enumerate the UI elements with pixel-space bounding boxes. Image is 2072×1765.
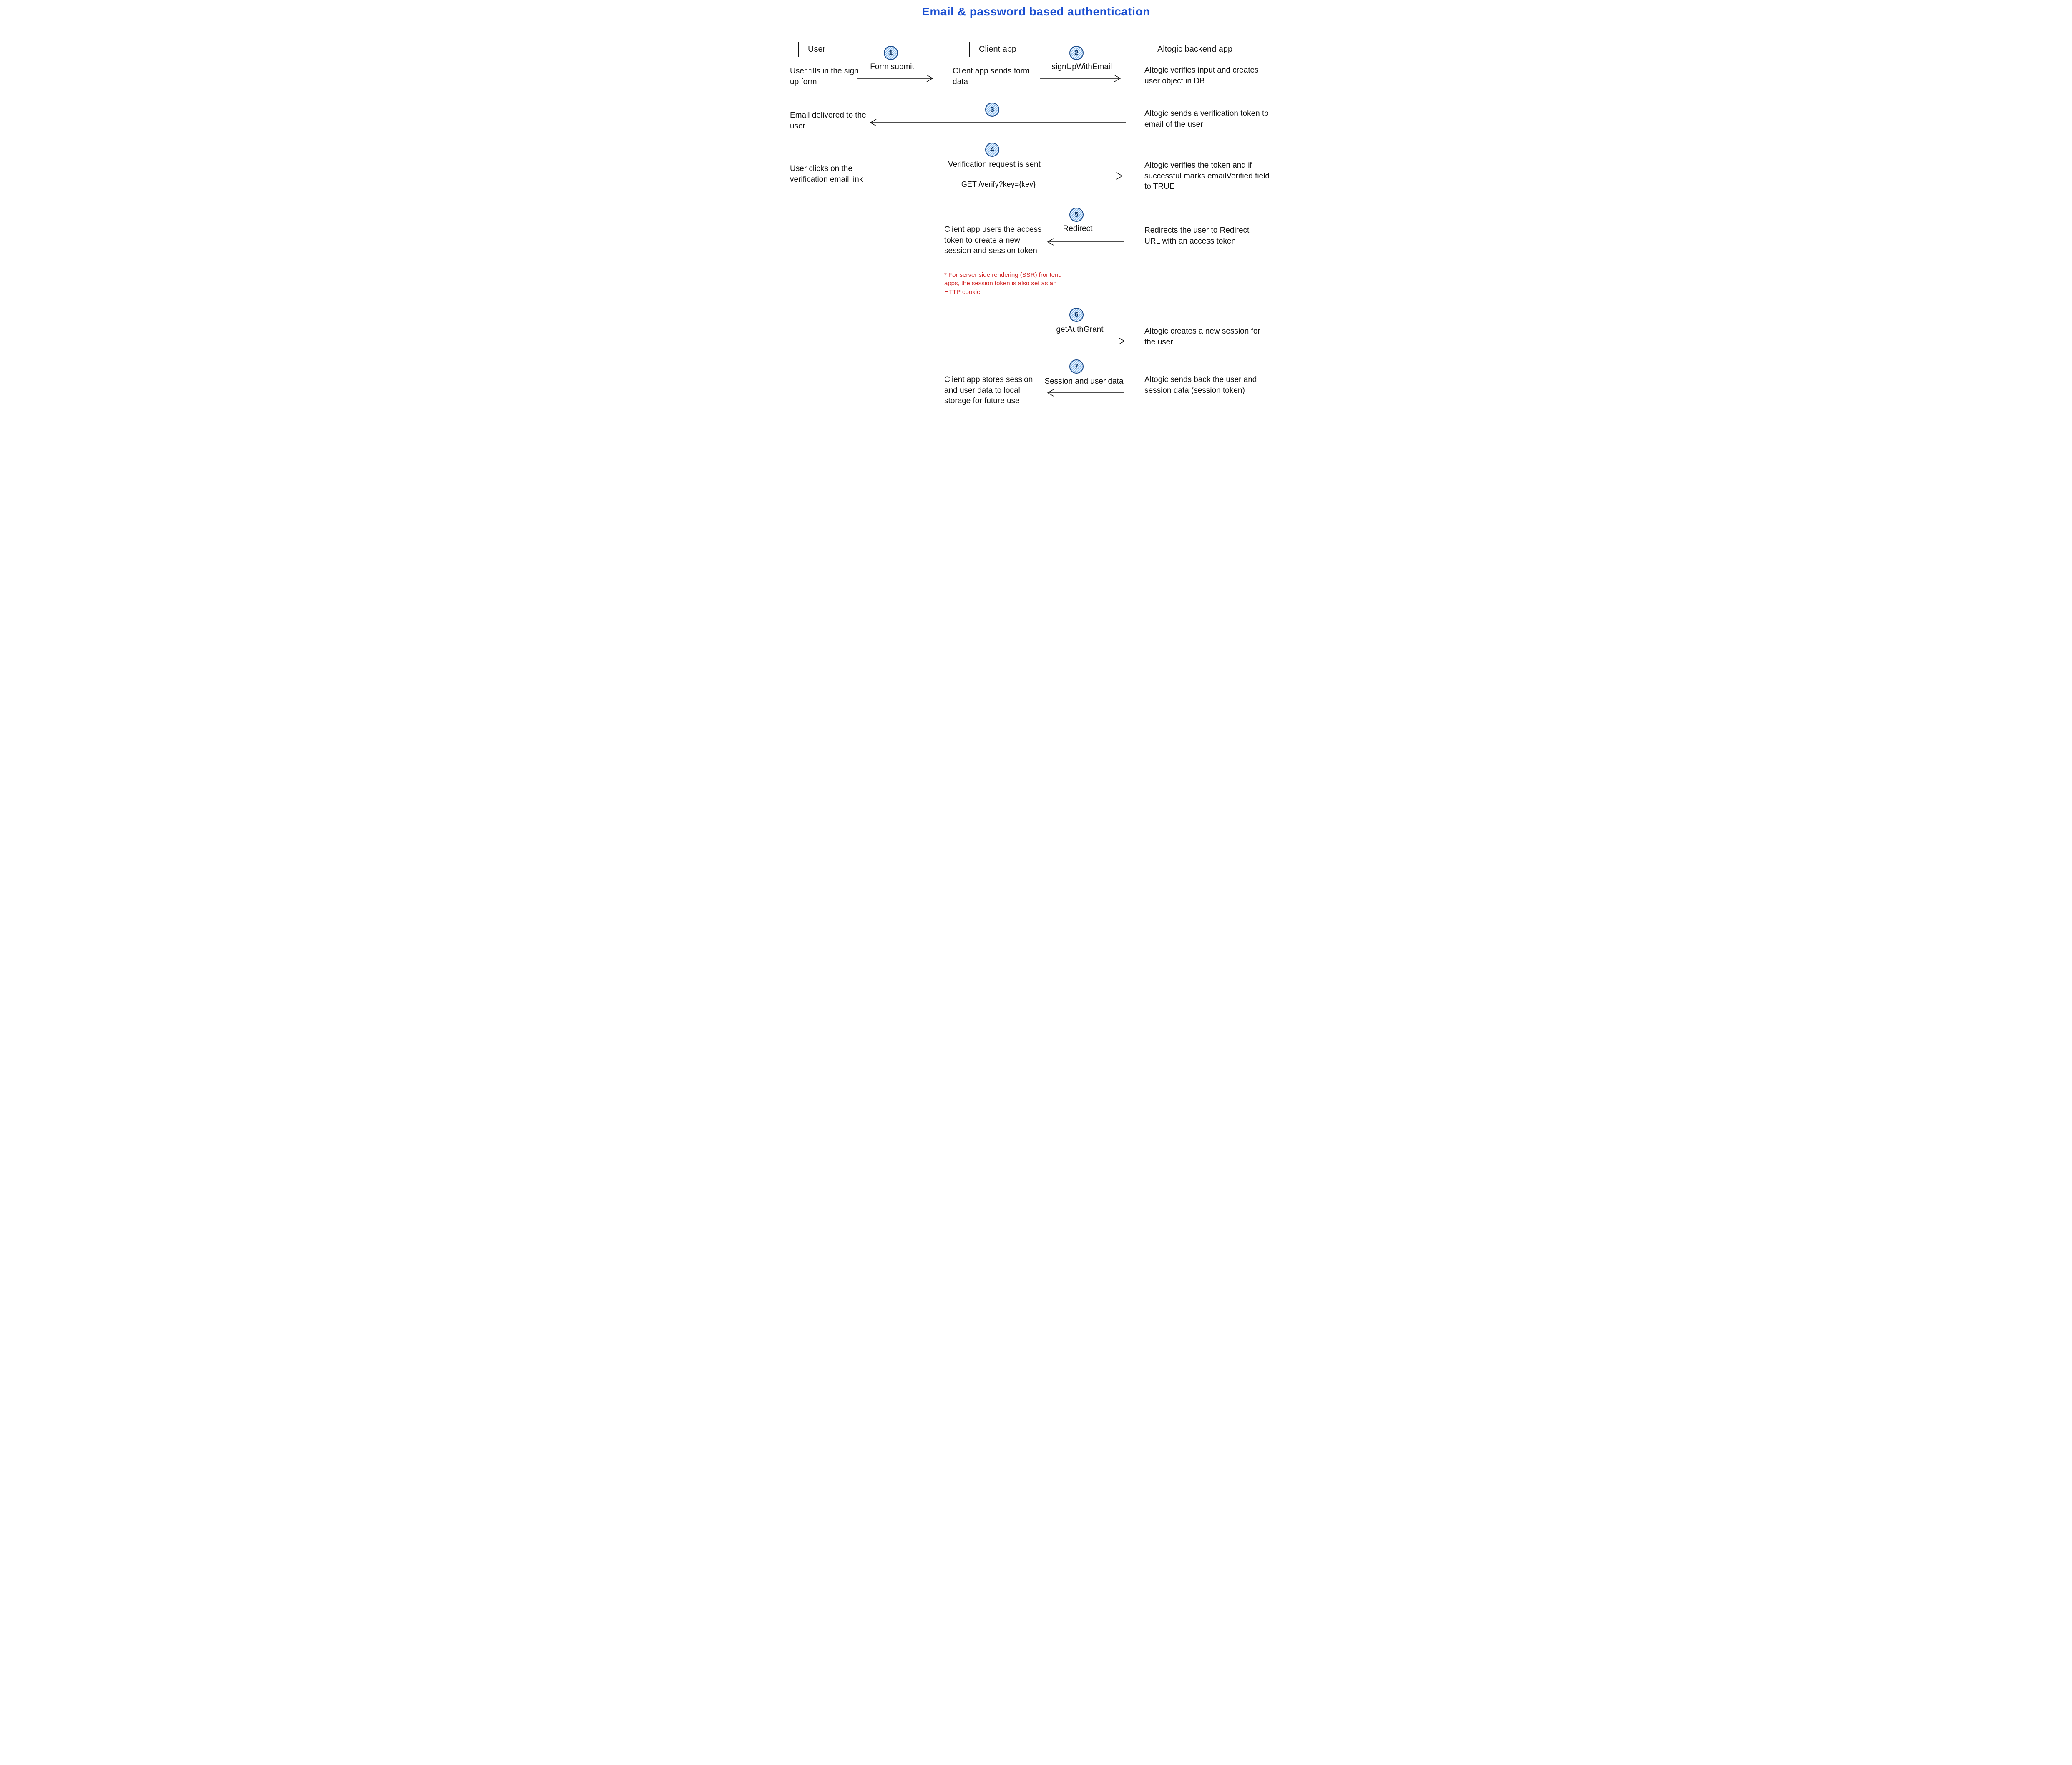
arrow-step-3 bbox=[867, 119, 1130, 128]
text-altogic-sends-token: Altogic sends a verification token to em… bbox=[1144, 108, 1270, 130]
lane-client-header: Client app bbox=[969, 42, 1026, 57]
label-redirect: Redirect bbox=[1053, 224, 1103, 233]
arrow-step-5 bbox=[1044, 239, 1128, 247]
text-client-uses-token: Client app users the access token to cre… bbox=[944, 224, 1044, 256]
text-altogic-sends-back: Altogic sends back the user and session … bbox=[1144, 374, 1282, 396]
arrow-step-4 bbox=[880, 173, 1126, 181]
text-email-delivered: Email delivered to the user bbox=[790, 110, 873, 131]
label-get-verify: GET /verify?key={key} bbox=[948, 180, 1049, 189]
step-7-badge: 7 bbox=[1069, 359, 1084, 374]
text-client-stores: Client app stores session and user data … bbox=[944, 374, 1044, 407]
step-1-badge: 1 bbox=[884, 46, 898, 60]
text-client-sends: Client app sends form data bbox=[953, 66, 1036, 87]
arrow-step-6 bbox=[1044, 338, 1128, 346]
step-4-badge: 4 bbox=[985, 143, 999, 157]
arrow-step-7 bbox=[1044, 389, 1128, 398]
note-ssr: * For server side rendering (SSR) fronte… bbox=[944, 271, 1069, 296]
label-verification-sent: Verification request is sent bbox=[932, 160, 1057, 169]
arrow-step-2 bbox=[1040, 75, 1124, 83]
label-session-user-data: Session and user data bbox=[1038, 377, 1130, 386]
text-redirects-user: Redirects the user to Redirect URL with … bbox=[1144, 225, 1253, 246]
label-form-submit: Form submit bbox=[865, 63, 919, 72]
arrow-step-1 bbox=[857, 75, 936, 83]
step-5-badge: 5 bbox=[1069, 208, 1084, 222]
text-altogic-verify-input: Altogic verifies input and creates user … bbox=[1144, 65, 1265, 86]
text-altogic-creates-session: Altogic creates a new session for the us… bbox=[1144, 326, 1270, 347]
label-get-auth-grant: getAuthGrant bbox=[1049, 325, 1111, 334]
diagram-title: Email & password based authentication bbox=[777, 5, 1295, 18]
lane-user-header: User bbox=[798, 42, 835, 57]
label-signup: signUpWithEmail bbox=[1049, 63, 1115, 72]
text-altogic-verifies-token: Altogic verifies the token and if succes… bbox=[1144, 160, 1278, 192]
step-2-badge: 2 bbox=[1069, 46, 1084, 60]
auth-flow-diagram: Email & password based authentication Us… bbox=[777, 0, 1295, 442]
step-3-badge: 3 bbox=[985, 103, 999, 117]
step-6-badge: 6 bbox=[1069, 308, 1084, 322]
lane-backend-header: Altogic backend app bbox=[1148, 42, 1242, 57]
text-user-clicks: User clicks on the verification email li… bbox=[790, 163, 882, 185]
